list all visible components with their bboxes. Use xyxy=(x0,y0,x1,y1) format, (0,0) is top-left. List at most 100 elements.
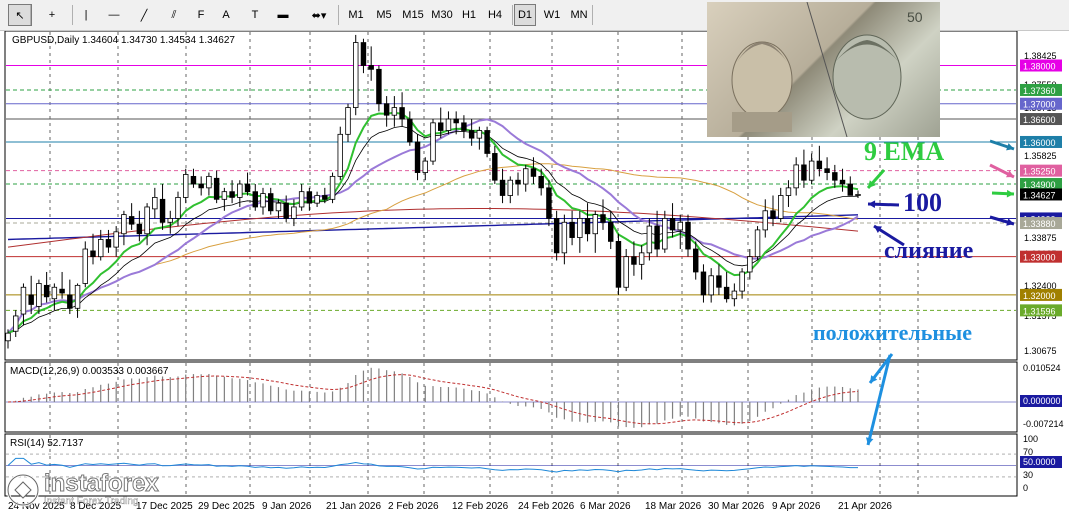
candle xyxy=(685,221,691,250)
candle xyxy=(723,286,730,300)
date-tick-label: 29 Dec 2025 xyxy=(198,501,255,512)
timeframe-m1-button[interactable]: M1 xyxy=(344,4,368,26)
rectangle-icon[interactable]: ▬ xyxy=(272,4,294,26)
candle xyxy=(51,286,58,300)
candle xyxy=(638,252,645,265)
candle xyxy=(468,130,475,139)
crosshair-icon[interactable]: + xyxy=(40,4,64,26)
candle xyxy=(615,240,622,288)
candle xyxy=(770,210,776,219)
timeframe-mn-button[interactable]: MN xyxy=(568,4,590,26)
equidistant-channel-icon[interactable]: ⫽ xyxy=(162,4,186,26)
candle xyxy=(422,160,428,173)
candle xyxy=(584,218,591,235)
candle xyxy=(368,65,374,70)
candle xyxy=(283,202,289,219)
candle xyxy=(113,231,119,248)
timeframe-m15-button[interactable]: M15 xyxy=(400,4,426,26)
candle xyxy=(391,107,398,116)
candle xyxy=(700,271,707,296)
price-tick-label: 1.30675 xyxy=(1024,346,1057,356)
timeframe-m5-button[interactable]: M5 xyxy=(372,4,396,26)
price-level-label: 1.31596 xyxy=(1023,306,1056,316)
candle xyxy=(229,191,235,198)
price-tick-label: 1.33875 xyxy=(1024,233,1057,243)
candle xyxy=(716,275,722,288)
timeframe-h4-button[interactable]: H4 xyxy=(484,4,506,26)
candle xyxy=(592,214,598,235)
date-tick-label: 30 Mar 2026 xyxy=(708,501,765,512)
candle xyxy=(291,206,297,219)
text-label-icon[interactable]: T xyxy=(244,4,266,26)
date-tick-label: 9 Apr 2026 xyxy=(772,501,821,512)
candle xyxy=(322,195,328,200)
toolbar-separator xyxy=(30,5,31,25)
annotation-ema: 9 EMA xyxy=(864,137,945,166)
candle xyxy=(669,218,676,231)
rsi-tick-label: 100 xyxy=(1023,434,1038,444)
candle xyxy=(538,175,544,189)
candle xyxy=(59,288,65,294)
timeframe-d1-button[interactable]: D1 xyxy=(514,4,536,26)
macd-label: MACD(12,26,9) 0.003533 0.003667 xyxy=(10,366,169,377)
candle xyxy=(43,284,50,298)
timeframe-h1-button[interactable]: H1 xyxy=(458,4,480,26)
candle xyxy=(608,221,614,242)
candle xyxy=(515,179,521,185)
banknote-art-icon: 50 xyxy=(731,2,923,137)
banknotes-image: 50 xyxy=(707,2,940,137)
candle xyxy=(121,214,127,235)
macd-tick-label: -0.007214 xyxy=(1023,419,1064,429)
candle xyxy=(82,248,88,284)
date-tick-label: 24 Feb 2026 xyxy=(518,501,575,512)
candle xyxy=(662,218,668,250)
svg-text:50: 50 xyxy=(907,9,923,25)
price-chart[interactable]: 0.010524 0.000000 -0.007214 100 70 50.0000 30… xyxy=(0,2,1069,519)
candle xyxy=(577,218,583,238)
candle xyxy=(553,218,560,254)
arrows-dropdown-icon[interactable]: ⬌▾ xyxy=(304,4,334,26)
candle xyxy=(461,122,467,131)
fibonacci-icon[interactable]: F xyxy=(192,4,210,26)
cursor-icon[interactable]: ↖ xyxy=(8,4,32,26)
candle xyxy=(175,197,181,219)
price-level-label: 1.36600 xyxy=(1023,115,1056,125)
rsi-tick-label: 30 xyxy=(1023,470,1033,480)
candle xyxy=(855,194,861,196)
candle xyxy=(762,210,768,231)
text-icon[interactable]: A xyxy=(216,4,236,26)
candle xyxy=(499,179,506,196)
candle xyxy=(445,118,452,131)
candle xyxy=(28,294,34,305)
candle xyxy=(631,256,637,265)
price-level-label: 1.33000 xyxy=(1023,253,1056,263)
candle xyxy=(183,174,189,198)
candle xyxy=(731,290,738,300)
candle xyxy=(754,229,761,258)
candle xyxy=(847,183,853,196)
candle xyxy=(376,68,382,105)
trendline-icon[interactable]: ╱ xyxy=(132,4,156,26)
timeframe-w1-button[interactable]: W1 xyxy=(540,4,564,26)
candle xyxy=(747,256,753,273)
price-level-label: 1.35250 xyxy=(1023,167,1056,177)
candle xyxy=(190,175,197,185)
candle xyxy=(136,223,143,235)
symbol-info: GBPUSD,Daily 1.34604 1.34730 1.34534 1.3… xyxy=(12,35,235,46)
vertical-line-icon[interactable]: | xyxy=(78,4,94,26)
candle xyxy=(144,206,150,235)
candle xyxy=(824,168,830,173)
timeframe-m30-button[interactable]: M30 xyxy=(428,4,456,26)
date-tick-label: 2 Feb 2026 xyxy=(388,501,439,512)
candle xyxy=(623,256,629,288)
candle xyxy=(345,107,351,135)
price-level-label: 1.38000 xyxy=(1023,62,1056,72)
macd-tick-label: 0.010524 xyxy=(1023,363,1061,373)
candle xyxy=(739,271,745,292)
rsi-label: RSI(14) 52.7137 xyxy=(10,438,84,449)
brand-name: instaforex xyxy=(44,470,160,497)
macd-tick-label: 0.000000 xyxy=(1023,396,1061,406)
horizontal-line-icon[interactable]: — xyxy=(102,4,126,26)
candle xyxy=(213,177,220,200)
candle xyxy=(5,332,11,342)
